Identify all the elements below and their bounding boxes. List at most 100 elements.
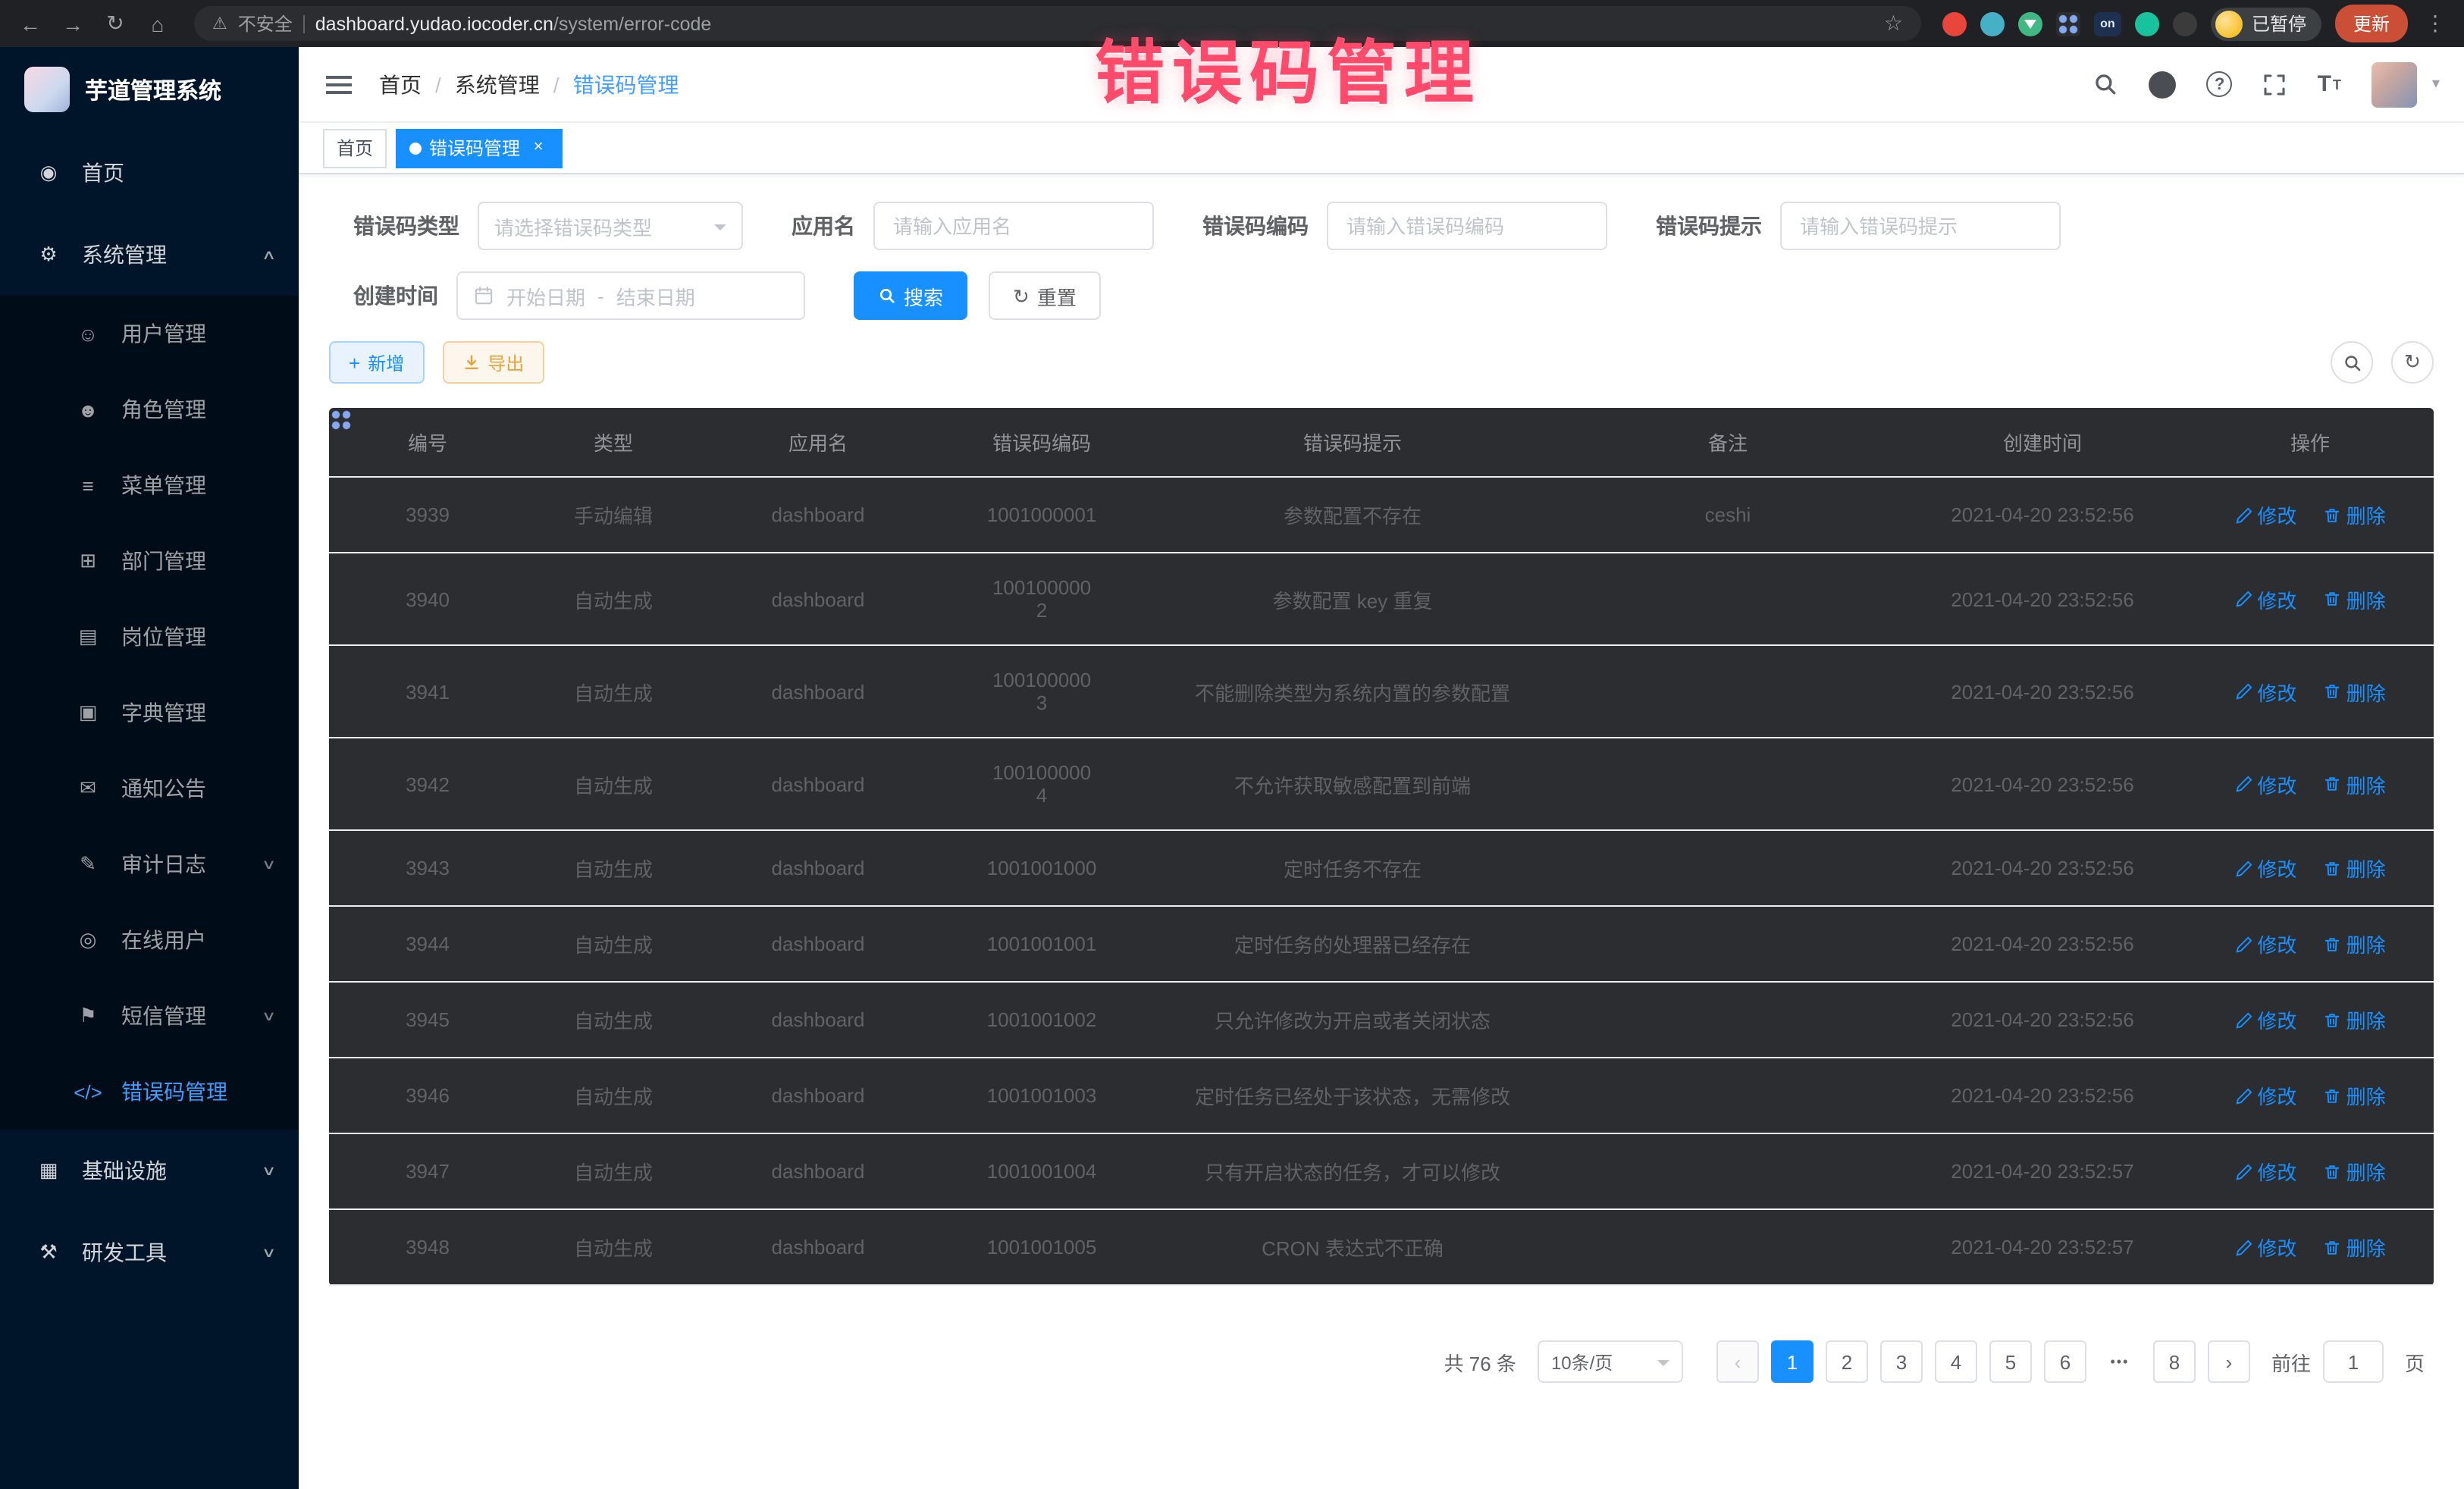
delete-link[interactable]: 删除 (2324, 1157, 2386, 1186)
page-number-button[interactable]: 4 (1935, 1340, 1977, 1383)
prev-page-button[interactable]: ‹ (1716, 1340, 1759, 1383)
export-button[interactable]: 导出 (442, 341, 544, 384)
vue-devtools-icon[interactable] (2018, 11, 2042, 36)
edit-link[interactable]: 修改 (2234, 770, 2296, 798)
page-size-select[interactable]: 10条/页 (1538, 1340, 1683, 1383)
table-tools: ↻ (2331, 341, 2434, 384)
back-icon[interactable]: ← (15, 11, 45, 36)
fullscreen-icon[interactable] (2263, 72, 2287, 96)
toggle-search-button[interactable] (2331, 341, 2373, 384)
edit-link[interactable]: 修改 (2234, 585, 2296, 613)
edit-link[interactable]: 修改 (2234, 929, 2296, 958)
view-tab[interactable]: 首页 × (323, 128, 387, 168)
open-tabs: 首页 × 错误码管理 × (323, 128, 563, 168)
sidebar-item[interactable]: ⚑ 短信管理 ∨ (0, 978, 299, 1054)
delete-link[interactable]: 删除 (2324, 1005, 2386, 1034)
delete-link[interactable]: 删除 (2324, 854, 2386, 882)
delete-link[interactable]: 删除 (2324, 770, 2386, 798)
sidebar-item[interactable]: ▣ 字典管理 (0, 675, 299, 751)
role-users-icon: ☻ (73, 398, 103, 421)
edit-link[interactable]: 修改 (2234, 500, 2296, 529)
sidebar-item[interactable]: ≡ 菜单管理 (0, 447, 299, 523)
table-row: 3943 自动生成 dashboard 1001001000 定时任务不存在 2… (329, 830, 2434, 906)
search-button[interactable]: 搜索 (854, 271, 967, 320)
add-button[interactable]: + 新增 (329, 341, 424, 384)
page-number-button[interactable]: 5 (1989, 1340, 2032, 1383)
address-bar[interactable]: ⚠ 不安全 dashboard.yudao.iocoder.cn/system/… (194, 6, 1921, 41)
error-code-field: 错误码编码 (1202, 202, 1607, 250)
sidebar-item[interactable]: ⚒ 研发工具 ∨ (0, 1212, 299, 1293)
help-icon[interactable]: ? (2207, 71, 2233, 97)
sidebar-item[interactable]: ✉ 通知公告 (0, 751, 299, 826)
delete-link[interactable]: 删除 (2324, 929, 2386, 958)
sidebar-item[interactable]: ☺ 用户管理 (0, 296, 299, 371)
extension-icon-red[interactable] (1942, 11, 1967, 36)
extension-icon-teal[interactable] (1980, 11, 2005, 36)
delete-link[interactable]: 删除 (2324, 585, 2386, 613)
edit-link[interactable]: 修改 (2234, 854, 2296, 882)
edit-link[interactable]: 修改 (2234, 1233, 2296, 1262)
sidebar-item[interactable]: </> 错误码管理 (0, 1054, 299, 1130)
pencil-icon (2234, 506, 2252, 524)
cell-remark (1557, 1209, 1898, 1285)
breadcrumb-item[interactable]: 首页 / (379, 69, 455, 99)
forward-icon[interactable]: → (58, 11, 88, 36)
error-msg-input[interactable] (1780, 202, 2061, 250)
delete-link[interactable]: 删除 (2324, 500, 2386, 529)
page-number-button[interactable]: 1 (1771, 1340, 1814, 1383)
reload-icon[interactable]: ↻ (100, 11, 130, 36)
font-size-icon[interactable]: TT (2318, 71, 2341, 97)
page-number-button[interactable]: 6 (2044, 1340, 2086, 1383)
sidebar-item[interactable]: ▦ 基础设施 ∨ (0, 1130, 299, 1212)
edit-link[interactable]: 修改 (2234, 677, 2296, 706)
sidebar-item[interactable]: ⊞ 部门管理 (0, 523, 299, 599)
extensions-puzzle-icon[interactable] (2173, 11, 2197, 36)
edit-link[interactable]: 修改 (2234, 1081, 2296, 1110)
breadcrumb-item[interactable]: 错误码管理 / (573, 69, 679, 99)
delete-link[interactable]: 删除 (2324, 1233, 2386, 1262)
delete-link[interactable]: 删除 (2324, 677, 2386, 706)
home-icon[interactable]: ⌂ (143, 11, 173, 36)
sidebar-item[interactable]: ☻ 角色管理 (0, 371, 299, 447)
browser-menu-icon[interactable]: ⋮ (2422, 11, 2449, 36)
sidebar-item[interactable]: ◉ 首页 (0, 132, 299, 214)
error-code-input[interactable] (1327, 202, 1607, 250)
refresh-button[interactable]: ↻ (2391, 341, 2434, 384)
reset-button[interactable]: ↻ 重置 (989, 271, 1101, 320)
github-icon[interactable] (2149, 71, 2177, 98)
goto-label: 前往 (2271, 1347, 2311, 1376)
extension-icon-grid[interactable] (2056, 11, 2080, 36)
page-number-button[interactable]: 3 (1880, 1340, 1923, 1383)
next-page-button[interactable]: › (2208, 1340, 2250, 1383)
user-avatar[interactable] (2372, 61, 2417, 107)
bookmark-star-icon[interactable]: ☆ (1884, 11, 1903, 36)
page-number-button[interactable]: ••• (2099, 1340, 2141, 1383)
sidebar-toggle-icon[interactable] (323, 64, 355, 104)
cell-actions: 修改 删除 (2187, 553, 2434, 645)
breadcrumb-item[interactable]: 系统管理 / (455, 69, 573, 99)
app-name-input[interactable] (873, 202, 1154, 250)
goto-page-input[interactable] (2323, 1340, 2384, 1383)
edit-link[interactable]: 修改 (2234, 1157, 2296, 1186)
delete-link[interactable]: 删除 (2324, 1081, 2386, 1110)
cell-app: dashboard (701, 982, 936, 1058)
search-icon[interactable] (2093, 71, 2119, 97)
page-number-button[interactable]: 8 (2153, 1340, 2196, 1383)
sidebar-item[interactable]: ▤ 岗位管理 (0, 599, 299, 675)
cell-actions: 修改 删除 (2187, 477, 2434, 553)
sidebar-item[interactable]: ⚙ 系统管理 ∧ (0, 214, 299, 296)
page-number-button[interactable]: 2 (1826, 1340, 1868, 1383)
view-tab[interactable]: 错误码管理 × (396, 128, 563, 168)
create-time-range-picker[interactable]: 开始日期 - 结束日期 (456, 271, 805, 320)
error-type-select[interactable]: 请选择错误码类型 (478, 202, 743, 250)
extension-icon-on-badge[interactable]: on (2094, 11, 2121, 36)
sidebar-item[interactable]: ✎ 审计日志 ∨ (0, 826, 299, 902)
extension-icon-green[interactable] (2135, 11, 2159, 36)
browser-profile-chip[interactable]: 已暂停 (2211, 7, 2321, 40)
close-icon[interactable]: × (528, 137, 549, 158)
edit-link[interactable]: 修改 (2234, 1005, 2296, 1034)
sidebar-item[interactable]: ◎ 在线用户 (0, 902, 299, 978)
column-header: 错误码提示 (1148, 408, 1557, 477)
chevron-down-icon[interactable]: ▾ (2432, 76, 2440, 92)
chrome-update-button[interactable]: 更新 (2335, 5, 2408, 42)
